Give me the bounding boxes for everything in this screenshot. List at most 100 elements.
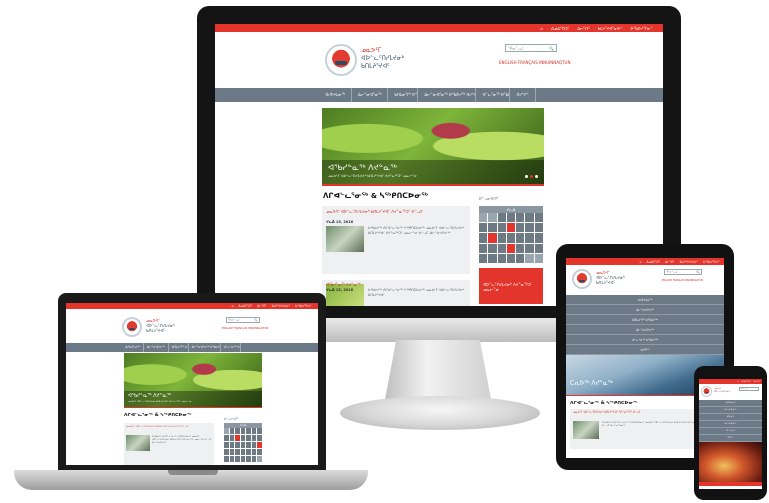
calendar-day[interactable] xyxy=(246,456,251,462)
calendar-day[interactable] xyxy=(224,449,229,455)
logo-icon[interactable] xyxy=(572,269,592,289)
carousel-dot[interactable] xyxy=(535,175,538,178)
calendar-day[interactable] xyxy=(497,243,506,253)
calendar-day[interactable] xyxy=(534,243,543,253)
calendar-day[interactable] xyxy=(479,213,488,223)
calendar-day[interactable] xyxy=(525,253,534,263)
utility-link[interactable]: ᐃᓄᐃᑦᑎᑐᑦ xyxy=(551,26,569,31)
calendar-day[interactable] xyxy=(257,435,262,441)
calendar-day[interactable] xyxy=(257,428,262,434)
language-links[interactable]: ENGLISH FRANÇAIS INNUINNAQTUN xyxy=(499,60,570,65)
calendar-day[interactable] xyxy=(506,223,516,233)
calendar-day[interactable] xyxy=(235,435,240,441)
calendar-day[interactable] xyxy=(224,428,229,434)
search-input[interactable]: ᕿᓂᕐᓗᒍ 🔍 xyxy=(505,44,557,52)
calendar-day[interactable] xyxy=(479,253,488,263)
calendar-day[interactable] xyxy=(229,456,235,462)
calendar-day[interactable] xyxy=(240,435,246,441)
calendar-day[interactable] xyxy=(506,213,516,223)
carousel-dots[interactable] xyxy=(525,175,538,178)
calendar-day[interactable] xyxy=(488,223,497,233)
calendar-day[interactable] xyxy=(497,233,506,243)
utility-link[interactable]: ᑲᒪᔨᕐᔪᐊᕐᓂᐅᑉ xyxy=(272,304,291,308)
utility-link[interactable]: ᑲᒪᔨᕐᔪᐊᕐᓂᐅᑉ xyxy=(680,260,699,264)
home-icon[interactable]: ⌂ xyxy=(541,26,544,31)
mobile-menu-item[interactable]: ᐃᓕᓐᓂᐊᕐᓂᖅ xyxy=(699,407,762,414)
news-thumbnail[interactable] xyxy=(573,421,599,439)
calendar-day[interactable] xyxy=(229,442,235,448)
calendar-day[interactable] xyxy=(240,449,246,455)
calendar-day[interactable] xyxy=(497,223,506,233)
carousel-dot[interactable] xyxy=(530,175,533,178)
nav-item[interactable]: ᑲᑎᒪᓂᕐᒥᒃ ᐅᖃᐅᓯᖅ xyxy=(388,88,419,102)
news-thumbnail[interactable] xyxy=(126,435,150,451)
search-input[interactable]: ᕿᓂᕐᓗᒍ xyxy=(739,387,759,391)
calendar-day[interactable] xyxy=(251,428,257,434)
nav-item[interactable]: ᑲᑎᒪᓂᕐᒥᒃ ᐅᖃᐅᓯᖅ xyxy=(169,343,189,352)
calendar-widget[interactable]: ᔪᓚᐃ xyxy=(479,206,543,263)
mobile-menu-item[interactable]: ᐊᓯᐅᔨᒪᓂᖅ xyxy=(566,295,724,305)
calendar-day[interactable] xyxy=(235,449,240,455)
hero-banner[interactable] xyxy=(699,442,762,482)
hero-banner[interactable]: ᐊᖃᓯᓐᓇᖅ ᐱᔪᓐᓇᖅ ᓄᓇᕗᒻᒥ ᐊᐅᓪᓚᑦᑎᓯᒪᔪᓂᒃ ᑲᑎᒪᔨᕐᔪᐊᑦ … xyxy=(322,108,544,184)
calendar-day[interactable] xyxy=(516,253,525,263)
news-thumbnail[interactable] xyxy=(326,226,364,252)
calendar-day[interactable] xyxy=(246,449,251,455)
language-links[interactable]: ENGLISH FRANÇAIS INNUINNAQTUN xyxy=(222,327,268,330)
news-item[interactable]: ᓄᓇᕗᒻᒥ ᐊᐅᓪᓚᑦᑎᓯᒪᔪᓂᒃ ᑲᑎᒪᔨᕐᔪᐊᑦ ᐱᔪᓐᓇᖅᑐᑦ ᐅᓪᓗᒥ … xyxy=(124,423,214,465)
mobile-menu-item[interactable]: ᐊᓯᖏᑦ xyxy=(566,345,724,355)
calendar-day[interactable] xyxy=(479,223,488,233)
logo-icon[interactable] xyxy=(325,44,357,76)
calendar-day[interactable] xyxy=(497,253,506,263)
mobile-menu-item[interactable]: ᐃᓕᓐᓂᐊᕐᓂᖅ xyxy=(699,421,762,428)
calendar-day[interactable] xyxy=(534,253,543,263)
calendar-day[interactable] xyxy=(246,442,251,448)
calendar-day[interactable] xyxy=(488,243,497,253)
calendar-day[interactable] xyxy=(240,428,246,434)
mobile-menu-item[interactable]: ᑲᑎᒪᓂᕐᒥᒃ ᐅᖃᐅᓯᖅ xyxy=(566,315,724,325)
calendar-day[interactable] xyxy=(497,213,506,223)
calendar-day[interactable] xyxy=(229,435,235,441)
calendar-day[interactable] xyxy=(224,435,229,441)
calendar-day[interactable] xyxy=(506,233,516,243)
home-icon[interactable]: ⌂ xyxy=(232,304,234,308)
calendar-day[interactable] xyxy=(525,243,534,253)
utility-link[interactable]: ᐃᓄᐃᑦᑎᑐᑦ xyxy=(647,260,661,264)
calendar-day[interactable] xyxy=(251,442,257,448)
calendar-day[interactable] xyxy=(235,442,240,448)
home-icon[interactable]: ⌂ xyxy=(737,381,738,383)
calendar-day[interactable] xyxy=(251,449,257,455)
search-input[interactable]: ᕿᓂᕐᓗᒍ 🔍 xyxy=(226,317,260,323)
nav-item[interactable]: ᐊᓯᖏᑦ xyxy=(510,88,536,102)
utility-link[interactable]: ᐅᖃᐅᓯᕐᒥᓂᓪ xyxy=(295,304,312,308)
calendar-day[interactable] xyxy=(506,253,516,263)
logo-icon[interactable] xyxy=(122,317,142,337)
calendar-day[interactable] xyxy=(525,223,534,233)
calendar-day[interactable] xyxy=(224,442,229,448)
calendar-day[interactable] xyxy=(251,435,257,441)
calendar-day[interactable] xyxy=(534,223,543,233)
calendar-day[interactable] xyxy=(534,213,543,223)
calendar-day[interactable] xyxy=(479,243,488,253)
utility-link[interactable]: ᐃᓕᑦᑎᑦ xyxy=(665,260,674,264)
mobile-menu-item[interactable]: ᐊᓪᓚᕐᓂᖅ xyxy=(699,428,762,435)
nav-item[interactable]: ᐃᓕᓐᓂᐊᕐᓂᖅ ᐅᖃᐅᓯᖅ ᐊᓯᖏᓐᓂᒃ xyxy=(189,343,221,352)
utility-link[interactable]: ᐃᓄᐃᑦᑎᑐᑦ xyxy=(742,381,751,383)
utility-link[interactable]: ᐃᓄᐃᑦᑎᑐᑦ xyxy=(239,304,253,308)
calendar-day[interactable] xyxy=(246,435,251,441)
nav-item[interactable]: ᐊᓪᓚᕐᓂᖅ ᐅᖃᐅᓯᖅ xyxy=(221,343,241,352)
search-input[interactable]: ᕿᓂᕐᓗᒍ 🔍 xyxy=(664,269,702,275)
language-links[interactable]: ENGLISH FRANÇAIS INNUINNAQTUN xyxy=(662,279,703,282)
calendar-day[interactable] xyxy=(235,456,240,462)
calendar-day[interactable] xyxy=(251,456,257,462)
calendar-day[interactable] xyxy=(257,456,262,462)
search-icon[interactable]: 🔍 xyxy=(696,270,700,274)
calendar-day[interactable] xyxy=(488,233,497,243)
calendar-day[interactable] xyxy=(246,428,251,434)
calendar-day[interactable] xyxy=(525,213,534,223)
utility-link[interactable]: ᐃᓕᑦᑎᑦ xyxy=(257,304,266,308)
mobile-menu-item[interactable]: ᐃᓕᓐᓂᐊᕐᓂᖅ xyxy=(566,325,724,335)
calendar-grid[interactable] xyxy=(224,428,262,462)
calendar-day[interactable] xyxy=(488,213,497,223)
calendar-day[interactable] xyxy=(506,243,516,253)
